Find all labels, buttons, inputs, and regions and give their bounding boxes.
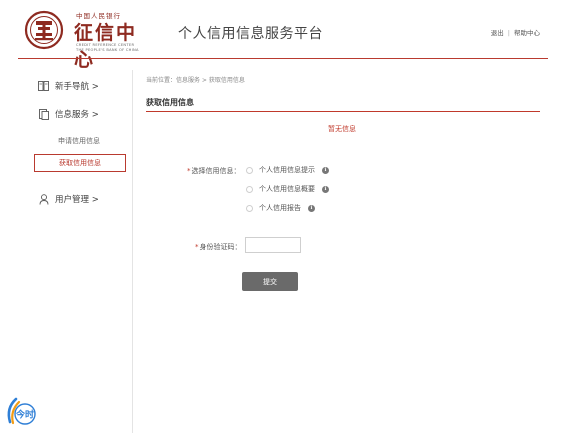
- radio-button[interactable]: [246, 185, 253, 193]
- credit-center-emblem-icon: [24, 10, 64, 50]
- option-credit-info-summary[interactable]: 个人信用信息概要 i: [246, 184, 329, 194]
- title-underline: [146, 111, 540, 112]
- option-credit-info-tips[interactable]: 个人信用信息提示 i: [246, 165, 329, 175]
- sidebar-item-guide-label: 新手导航 >: [55, 82, 99, 92]
- option-label: 个人信用信息提示: [259, 166, 315, 174]
- header-divider: [18, 58, 548, 59]
- id-code-label-text: 身份验证码：: [199, 243, 242, 251]
- option-credit-report[interactable]: 个人信用报告 i: [246, 203, 315, 213]
- jinri-logo-icon: 今时: [7, 397, 36, 425]
- platform-title: 个人信用信息服务平台: [178, 26, 323, 42]
- sidebar-subitem-get-label: 获取信用信息: [59, 159, 101, 167]
- watermark-text: 今时: [15, 409, 34, 421]
- info-icon[interactable]: i: [322, 166, 329, 174]
- option-label: 个人信用报告: [259, 204, 301, 212]
- radio-button[interactable]: [246, 204, 253, 212]
- breadcrumb: 当前位置：信息服务 > 获取信用信息: [146, 77, 245, 84]
- id-code-label: *身份验证码：: [195, 242, 242, 252]
- page-header: 中国人民银行 征信中心 CREDIT REFERENCE CENTER THE …: [0, 0, 582, 71]
- sidebar-divider: [132, 70, 133, 433]
- book-icon: [38, 81, 49, 92]
- credit-type-label: *选择信用信息：: [187, 166, 241, 176]
- sidebar-subitem-get-credit-info[interactable]: 获取信用信息: [34, 154, 126, 172]
- sidebar-item-info-service-label: 信息服务 >: [55, 110, 99, 120]
- notice-text: 暂无信息: [328, 125, 356, 133]
- header-separator: |: [507, 29, 510, 37]
- sidebar-item-guide[interactable]: 新手导航 >: [38, 80, 99, 92]
- required-mark: *: [195, 243, 199, 251]
- radio-button[interactable]: [246, 166, 253, 174]
- sidebar-item-user-management-label: 用户管理 >: [55, 195, 99, 205]
- help-center-link[interactable]: 帮助中心: [514, 27, 540, 37]
- page-title: 获取信用信息: [146, 98, 194, 107]
- submit-button[interactable]: 提交: [242, 272, 298, 291]
- credit-center-logo[interactable]: 中国人民银行 征信中心 CREDIT REFERENCE CENTER THE …: [18, 6, 148, 71]
- sidebar-subitem-apply-label: 申请信用信息: [58, 137, 100, 145]
- credit-type-label-text: 选择信用信息：: [191, 167, 241, 175]
- logout-link[interactable]: 退出: [491, 27, 504, 37]
- sidebar-subitem-apply[interactable]: 申请信用信息: [34, 132, 126, 150]
- document-icon: [38, 108, 49, 120]
- header-links: 退出 | 帮助中心: [491, 27, 540, 37]
- id-code-input[interactable]: [245, 237, 301, 253]
- user-icon: [38, 193, 49, 205]
- logo-english-line-1: CREDIT REFERENCE CENTER: [76, 43, 135, 47]
- sidebar-item-user-management[interactable]: 用户管理 >: [38, 193, 99, 205]
- logo-english-line-2: THE PEOPLE'S BANK OF CHINA: [76, 48, 139, 52]
- sidebar-item-info-service[interactable]: 信息服务 >: [38, 108, 99, 120]
- required-mark: *: [187, 167, 191, 175]
- info-icon[interactable]: i: [322, 185, 329, 193]
- info-icon[interactable]: i: [308, 204, 315, 212]
- option-label: 个人信用信息概要: [259, 185, 315, 193]
- sidebar: 新手导航 > 信息服务 > 申请信用信息 获取信用信息 用户管理 >: [26, 70, 134, 433]
